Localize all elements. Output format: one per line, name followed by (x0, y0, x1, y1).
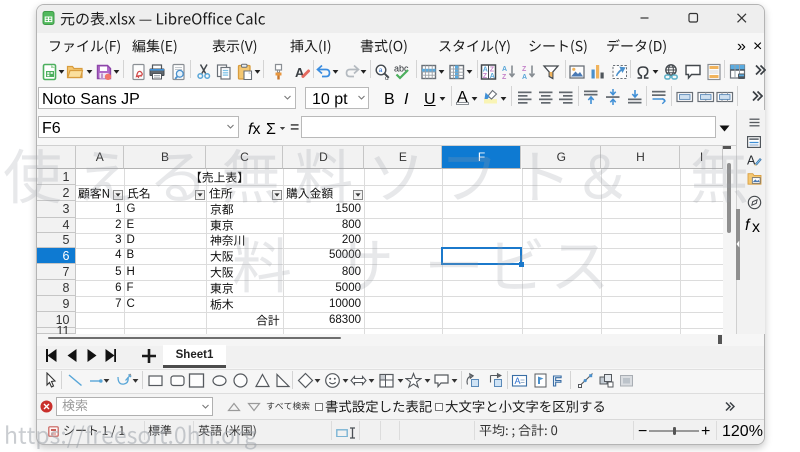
svg-text:d: d (385, 75, 389, 81)
svg-text:a: a (378, 67, 382, 74)
svg-text:F: F (553, 373, 562, 389)
svg-text:Z: Z (522, 66, 527, 73)
svg-text:Z: Z (483, 73, 488, 80)
svg-text:A: A (490, 73, 495, 80)
svg-text:A: A (515, 376, 521, 386)
svg-text:Z: Z (502, 74, 507, 81)
svg-text:A: A (502, 66, 507, 73)
svg-text:A: A (522, 74, 527, 81)
